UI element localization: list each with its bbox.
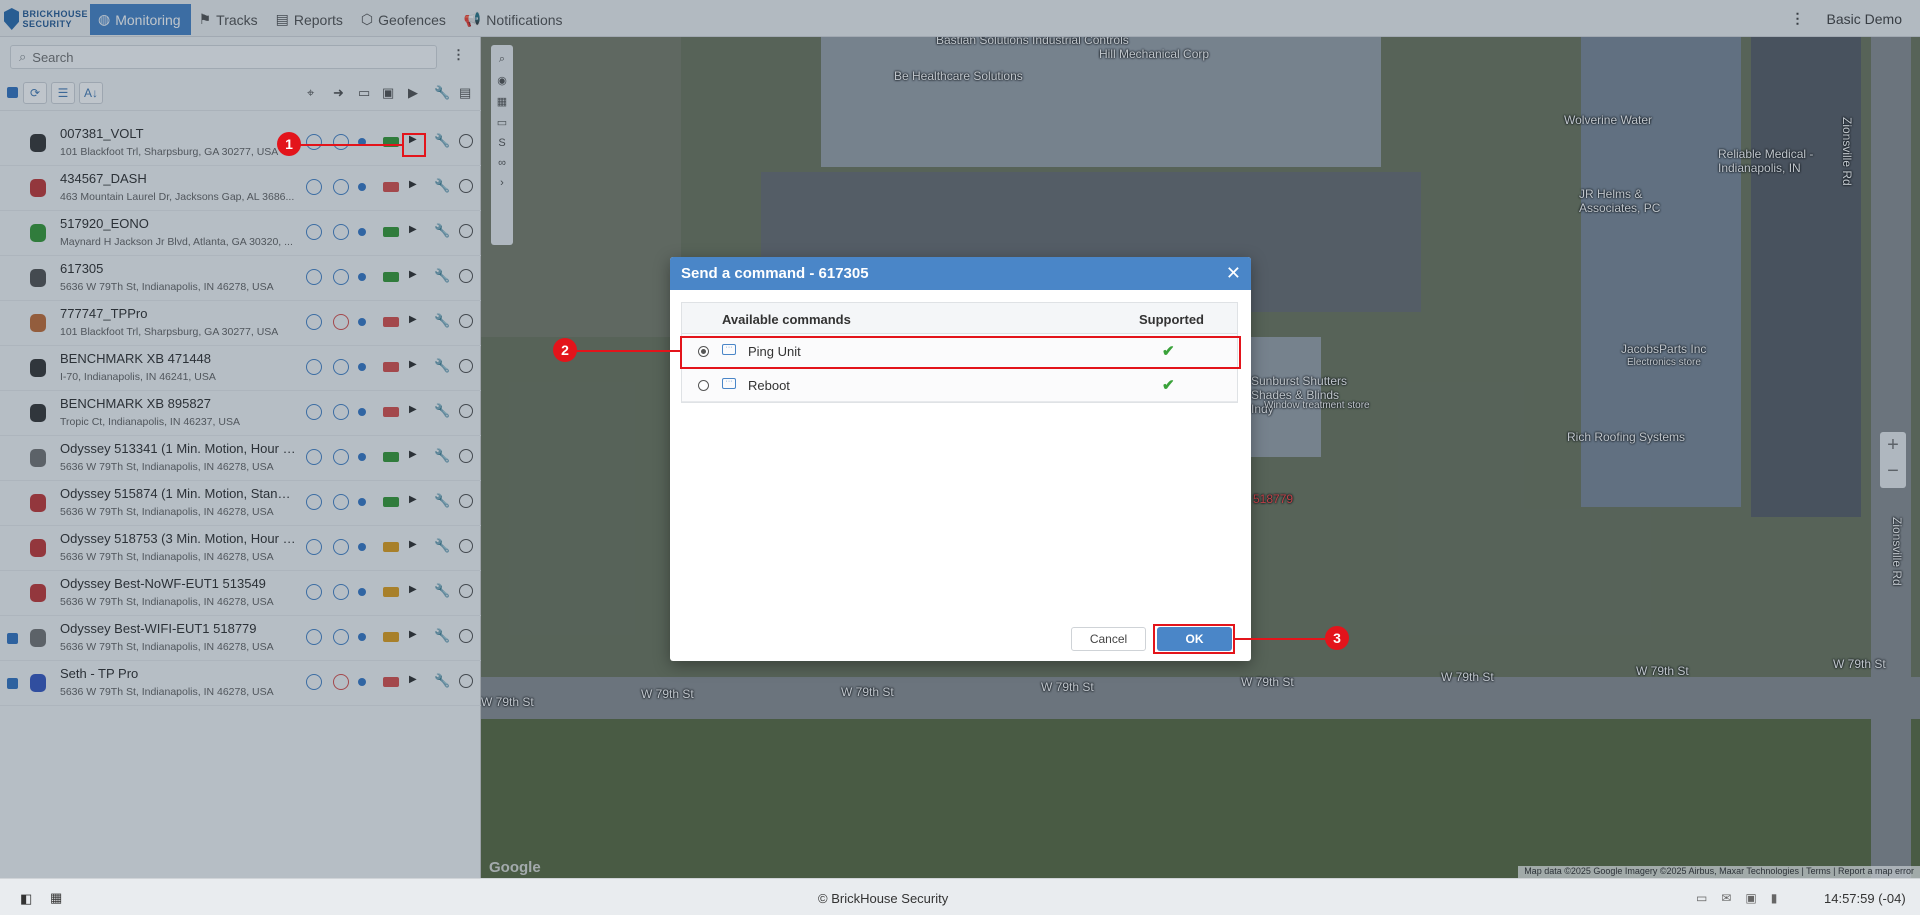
annotation-number-3: 3 [1325,626,1349,650]
bottom-bar: ◧ ▦ © BrickHouse Security ▭✉▣▮ 14:57:59 … [0,878,1920,915]
message-icon: ··· [722,378,736,389]
status-icons[interactable]: ▭✉▣▮ [1696,891,1791,905]
command-name: Reboot [748,378,790,393]
table-header: Available commands Supported [682,303,1237,334]
annotation-line-2 [576,350,680,352]
command-row-reboot[interactable]: ··· Reboot ✔ [682,368,1237,402]
apps-grid-icon[interactable]: ▦ [50,890,62,906]
annotation-box-3 [1153,624,1235,654]
annotation-line-3 [1235,638,1331,640]
reboot-radio[interactable] [698,380,709,391]
column-header-commands: Available commands [722,312,851,327]
dialog-title: Send a command - 617305 [681,265,869,282]
annotation-line-1 [300,144,402,146]
dialog-header: Send a command - 617305 ✕ [670,257,1251,290]
supported-check-icon: ✔ [1162,377,1175,394]
annotation-number-2: 2 [553,338,577,362]
annotation-box-2 [680,336,1241,369]
cancel-button[interactable]: Cancel [1071,627,1146,651]
send-command-dialog: Send a command - 617305 ✕ Available comm… [670,257,1251,661]
clock-time: 14:57:59 (-04) [1824,891,1906,906]
panel-toggle-icon[interactable]: ◧ [20,891,32,907]
annotation-box-1 [402,133,426,157]
column-header-supported: Supported [1139,312,1204,327]
copyright-text: © BrickHouse Security [818,891,949,906]
annotation-number-1: 1 [277,132,301,156]
close-icon[interactable]: ✕ [1226,263,1241,284]
